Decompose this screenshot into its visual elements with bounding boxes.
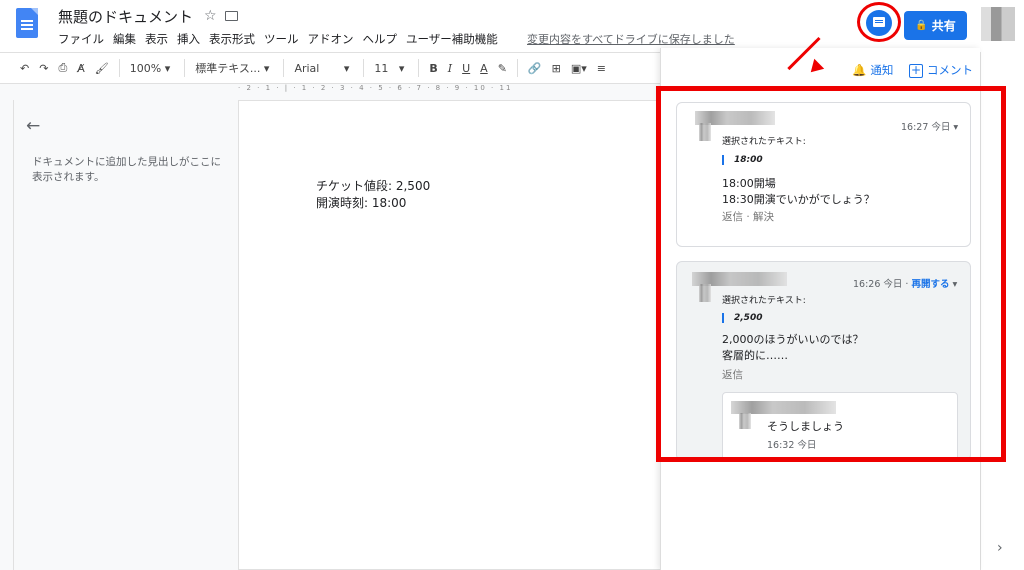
menu-insert[interactable]: 挿入 [177, 31, 200, 47]
notifications-button[interactable]: 🔔 通知 [852, 62, 893, 78]
doc-line-start-time[interactable]: 開演時刻: 18:00 [316, 194, 406, 211]
paint-format-icon[interactable]: 🖌 [95, 62, 109, 75]
redo-icon[interactable]: ↷ [39, 62, 48, 75]
menu-tools[interactable]: ツール [264, 31, 299, 47]
plus-icon: + [909, 63, 923, 78]
bold-button[interactable]: B [429, 62, 437, 75]
google-docs-window: 無題のドキュメント ☆ ファイル 編集 表示 挿入 表示形式 ツール アドオン … [0, 0, 1024, 570]
save-status-link[interactable]: 変更内容をすべてドライブに保存しました [527, 31, 735, 47]
share-button[interactable]: 🔒 共有 [904, 11, 967, 40]
underline-button[interactable]: U [462, 62, 470, 75]
menu-accessibility[interactable]: ユーザー補助機能 [406, 31, 498, 47]
print-icon[interactable]: ⎙ [58, 61, 67, 75]
menu-help[interactable]: ヘルプ [363, 31, 398, 47]
title-bar: 無題のドキュメント ☆ ファイル 編集 表示 挿入 表示形式 ツール アドオン … [0, 0, 1024, 52]
menu-edit[interactable]: 編集 [113, 31, 136, 47]
highlight-frame [656, 86, 1006, 462]
add-comment-button[interactable]: + コメント [909, 62, 973, 78]
menu-view[interactable]: 表示 [145, 31, 168, 47]
highlight-icon[interactable]: ✎ [498, 62, 507, 75]
menu-file[interactable]: ファイル [58, 31, 104, 47]
italic-button[interactable]: I [448, 62, 452, 75]
vertical-ruler[interactable] [0, 100, 14, 570]
menu-bar: ファイル 編集 表示 挿入 表示形式 ツール アドオン ヘルプ ユーザー補助機能 [58, 31, 507, 47]
avatar[interactable] [981, 7, 1015, 41]
undo-icon[interactable]: ↶ [20, 62, 29, 75]
document-page[interactable] [238, 100, 688, 570]
style-select[interactable]: 標準テキス... ▾ [195, 60, 269, 76]
insert-comment-icon[interactable]: ⊞ [552, 62, 561, 75]
outline-hint: ドキュメントに追加した見出しがここに表示されます。 [32, 156, 221, 183]
horizontal-ruler[interactable]: · 2 · 1 · | · 1 · 2 · 3 · 4 · 5 · 6 · 7 … [238, 84, 658, 96]
link-icon[interactable]: 🔗 [528, 62, 542, 75]
insert-image-icon[interactable]: ▣▾ [571, 62, 587, 75]
star-icon[interactable]: ☆ [204, 8, 217, 24]
doc-line-price[interactable]: チケット値段: 2,500 [316, 177, 430, 194]
lock-icon: 🔒 [915, 20, 928, 31]
share-label: 共有 [931, 19, 956, 33]
font-select[interactable]: Arial ▾ [294, 62, 349, 75]
toolbar: ↶ ↷ ⎙ A̸ 🖌 100% ▾ 標準テキス... ▾ Arial ▾ 11 … [0, 52, 660, 84]
move-folder-icon[interactable] [225, 11, 238, 21]
docs-logo-icon[interactable] [16, 8, 38, 38]
chevron-right-icon[interactable]: › [997, 540, 1003, 556]
font-size-select[interactable]: 11 ▾ [374, 62, 404, 75]
align-icon[interactable]: ≡ [597, 62, 606, 75]
spellcheck-icon[interactable]: A̸ [77, 62, 85, 75]
menu-format[interactable]: 表示形式 [209, 31, 255, 47]
text-color-button[interactable]: A [480, 62, 488, 75]
bell-icon: 🔔 [852, 63, 867, 77]
back-arrow-icon[interactable]: ← [26, 116, 40, 136]
zoom-select[interactable]: 100% ▾ [130, 62, 170, 75]
menu-addons[interactable]: アドオン [308, 31, 354, 47]
document-title[interactable]: 無題のドキュメント [58, 6, 193, 27]
highlight-circle [857, 2, 901, 42]
